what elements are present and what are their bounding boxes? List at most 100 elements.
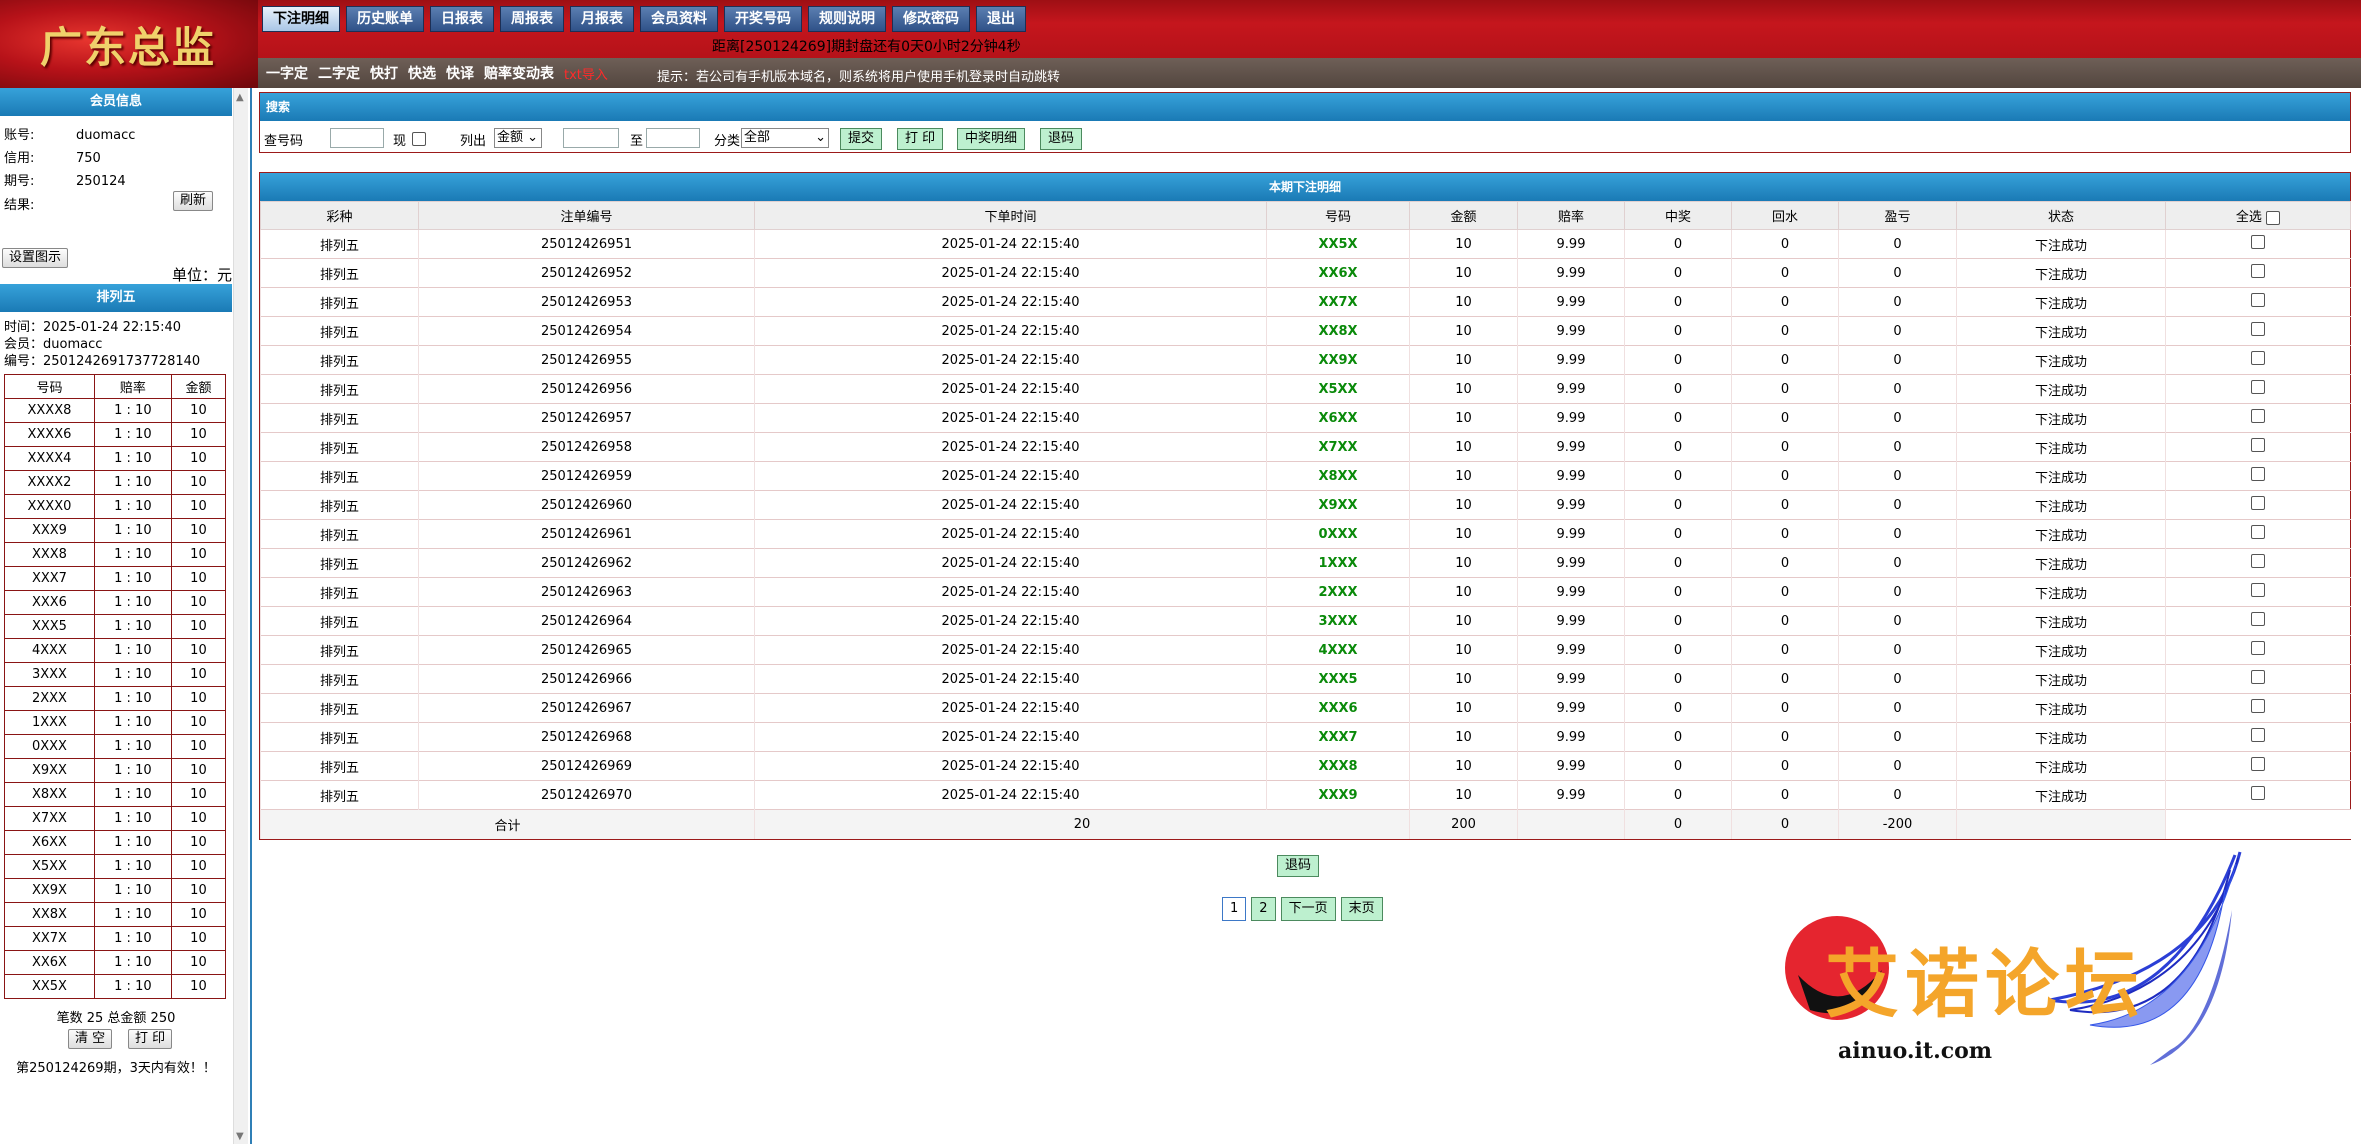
total-win: 0: [1624, 809, 1732, 839]
row-checkbox[interactable]: [2251, 438, 2266, 452]
left-scrollbar[interactable]: ▲ ▼: [233, 88, 248, 1144]
clear-button[interactable]: 清 空: [68, 1029, 113, 1049]
row-checkbox[interactable]: [2251, 757, 2266, 771]
cell-select: [2165, 345, 2351, 375]
cell-select: [2165, 258, 2351, 288]
cell-order-time: 2025-01-24 22:15:40: [754, 432, 1267, 462]
cell-lottery: 排列五: [260, 577, 419, 607]
cell-order-no: 25012426959: [418, 461, 755, 491]
row-checkbox[interactable]: [2251, 351, 2266, 365]
row-checkbox[interactable]: [2251, 322, 2266, 336]
bet-slip-number: XX7X: [4, 926, 95, 951]
row-checkbox[interactable]: [2251, 264, 2266, 278]
cell-win: 0: [1624, 577, 1732, 607]
cell-number: X8XX: [1266, 461, 1410, 491]
bet-slip-odds: 1 : 10: [93, 926, 172, 951]
row-checkbox[interactable]: [2251, 554, 2266, 568]
now-checkbox[interactable]: [412, 132, 426, 146]
subnav-two-digit[interactable]: 二字定: [318, 63, 360, 83]
col-profit: 盈亏: [1838, 201, 1957, 230]
cell-profit: 0: [1838, 577, 1957, 607]
cell-profit: 0: [1838, 345, 1957, 375]
cell-select: [2165, 432, 2351, 462]
next-page-button[interactable]: 下一页: [1280, 897, 1336, 921]
range-to-input[interactable]: [646, 128, 700, 148]
nav-history-bills[interactable]: 历史账单: [346, 6, 424, 32]
submit-button[interactable]: 提交: [840, 128, 883, 150]
query-input[interactable]: [330, 128, 384, 148]
row-checkbox[interactable]: [2251, 583, 2266, 597]
refund-search-button[interactable]: 退码: [1040, 128, 1083, 150]
print-slip-button[interactable]: 打 印: [128, 1029, 173, 1049]
cell-amount: 10: [1409, 577, 1518, 607]
subnav-one-digit[interactable]: 一字定: [266, 63, 308, 83]
table-row: 排列五 25012426956 2025-01-24 22:15:40 X5XX 10 9…: [260, 374, 2351, 404]
nav-logout[interactable]: 退出: [976, 6, 1026, 32]
row-checkbox[interactable]: [2251, 467, 2266, 481]
cell-order-time: 2025-01-24 22:15:40: [754, 490, 1267, 520]
member-info: 账号: duomacc 信用: 750 期号: 250124 结果: 刷新 设置图示: [0, 116, 232, 276]
subnav-quick-select[interactable]: 快选: [408, 63, 436, 83]
cell-select: [2165, 490, 2351, 520]
page-2-button[interactable]: 2: [1251, 897, 1276, 921]
cell-lottery: 排列五: [260, 461, 419, 491]
page-1-button[interactable]: 1: [1222, 897, 1247, 921]
last-page-button[interactable]: 末页: [1340, 897, 1383, 921]
row-checkbox[interactable]: [2251, 235, 2266, 249]
refresh-button[interactable]: 刷新: [173, 191, 214, 211]
nav-bet-detail[interactable]: 下注明细: [262, 6, 340, 32]
cell-odds: 9.99: [1517, 461, 1625, 491]
bet-slip-number: XXX5: [4, 614, 95, 639]
row-checkbox[interactable]: [2251, 641, 2266, 655]
nav-change-password[interactable]: 修改密码: [892, 6, 970, 32]
row-checkbox[interactable]: [2251, 293, 2266, 307]
search-row: 查号码 现 列出 金额 ⌄ 至 分类 全部 ⌄ 提交 打 印 中奖明细 退码: [260, 121, 2350, 153]
row-checkbox[interactable]: [2251, 728, 2266, 742]
cell-odds: 9.99: [1517, 490, 1625, 520]
range-from-input[interactable]: [563, 128, 619, 148]
row-checkbox[interactable]: [2251, 409, 2266, 423]
nav-weekly-report[interactable]: 周报表: [500, 6, 564, 32]
scroll-down-icon[interactable]: ▼: [236, 1131, 244, 1142]
cell-profit: 0: [1838, 519, 1957, 549]
row-checkbox[interactable]: [2251, 496, 2266, 510]
nav-daily-report[interactable]: 日报表: [430, 6, 494, 32]
total-row: 合计 20 200 0 0 -200: [260, 809, 2351, 839]
cell-order-time: 2025-01-24 22:15:40: [754, 519, 1267, 549]
list-select[interactable]: 金额 ⌄: [494, 128, 542, 148]
cell-order-time: 2025-01-24 22:15:40: [754, 229, 1267, 259]
winning-detail-button[interactable]: 中奖明细: [957, 128, 1026, 150]
nav-member-profile[interactable]: 会员资料: [640, 6, 718, 32]
select-all-checkbox[interactable]: [2266, 210, 2281, 225]
category-select[interactable]: 全部 ⌄: [741, 128, 829, 148]
bet-slip-odds: 1 : 10: [93, 854, 172, 879]
nav-draw-numbers[interactable]: 开奖号码: [724, 6, 802, 32]
bet-slip-amount: 10: [170, 422, 227, 447]
cell-order-time: 2025-01-24 22:15:40: [754, 751, 1267, 781]
row-checkbox[interactable]: [2251, 699, 2266, 713]
nav-rules[interactable]: 规则说明: [808, 6, 886, 32]
cell-lottery: 排列五: [260, 548, 419, 578]
cell-status: 下注成功: [1956, 490, 2166, 520]
set-display-button[interactable]: 设置图示: [2, 248, 69, 268]
row-checkbox[interactable]: [2251, 525, 2266, 539]
tip-text: 提示：若公司有手机版本域名，则系统将用户使用手机登录时自动跳转: [657, 70, 1061, 85]
print-button[interactable]: 打 印: [897, 128, 944, 150]
subnav-odds-changes[interactable]: 赔率变动表: [484, 63, 554, 83]
row-checkbox[interactable]: [2251, 380, 2266, 394]
refund-button[interactable]: 退码: [1277, 855, 1320, 877]
subnav-quick-translate[interactable]: 快译: [446, 63, 474, 83]
bet-slip-amount: 10: [170, 518, 227, 543]
subnav-txt-import[interactable]: txt导入: [564, 64, 608, 83]
cell-select: [2165, 287, 2351, 317]
row-checkbox[interactable]: [2251, 612, 2266, 626]
cell-select: [2165, 606, 2351, 636]
bet-slip-number: 0XXX: [4, 734, 95, 759]
cell-order-no: 25012426952: [418, 258, 755, 288]
row-checkbox[interactable]: [2251, 670, 2266, 684]
nav-monthly-report[interactable]: 月报表: [570, 6, 634, 32]
row-checkbox[interactable]: [2251, 786, 2266, 800]
subnav-quick-bet[interactable]: 快打: [370, 63, 398, 83]
bet-slip-row: XX8X 1 : 10 10: [4, 902, 227, 927]
scroll-up-icon[interactable]: ▲: [236, 92, 244, 103]
